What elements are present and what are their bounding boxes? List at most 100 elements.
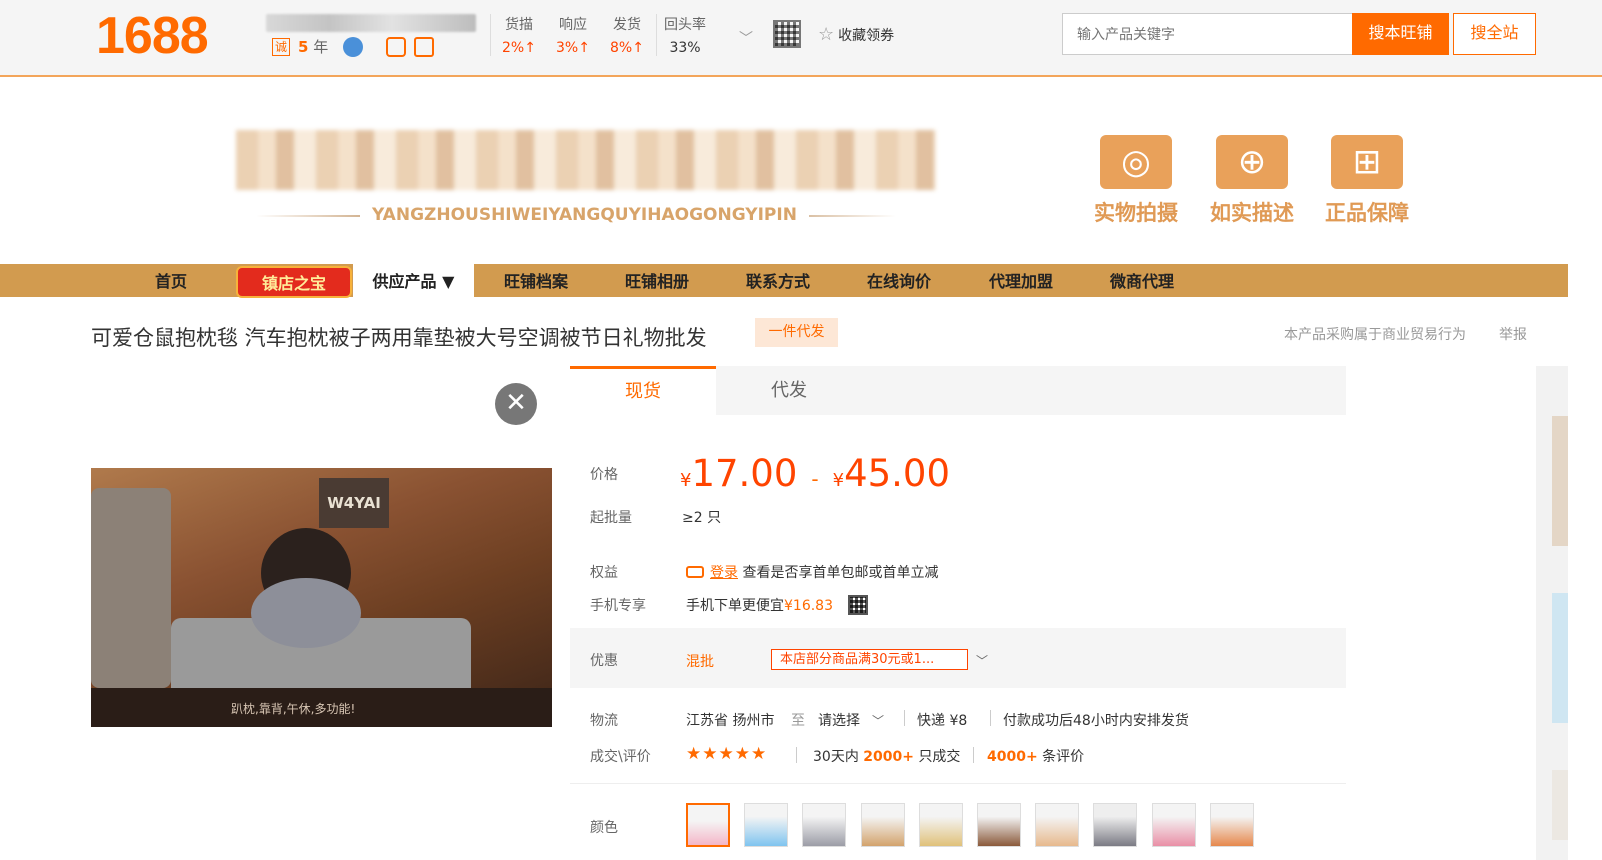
search-shop-button[interactable]: 搜本旺铺 <box>1352 13 1449 55</box>
chevron-down-icon[interactable]: ﹀ <box>739 28 753 48</box>
nav-wechat-agent[interactable]: 微商代理 <box>1086 264 1198 297</box>
moq-label: 起批量 <box>590 510 632 526</box>
color-swatch[interactable] <box>919 803 963 847</box>
metric-value: 2%↑ <box>502 40 536 56</box>
feature-real-photo: ◎ 实物拍摄 <box>1091 135 1181 227</box>
reviews-count[interactable]: 4000+ 条评价 <box>987 746 1084 766</box>
trade-note: 本产品采购属于商业贸易行为 <box>1284 327 1466 343</box>
deal-label: 成交\评价 <box>590 749 651 765</box>
sales-number: 2000+ <box>863 749 914 765</box>
promo-type: 混批 <box>686 654 714 670</box>
color-swatch[interactable] <box>1152 803 1196 847</box>
site-logo[interactable]: 1688 <box>96 6 209 66</box>
tab-in-stock[interactable]: 现货 <box>570 366 716 415</box>
color-swatch[interactable] <box>977 803 1021 847</box>
nav-products[interactable]: 供应产品 ▼ <box>353 264 474 297</box>
ship-to-word: 至 <box>791 713 805 729</box>
color-swatch[interactable] <box>686 803 730 847</box>
stock-tabs: 现货 代发 <box>570 366 1346 415</box>
close-icon[interactable]: ✕ <box>495 383 537 425</box>
divider <box>570 783 1346 784</box>
price-low: 17.00 <box>691 452 798 495</box>
feature-label: 正品保障 <box>1325 201 1409 225</box>
ship-from: 江苏省 扬州市 <box>686 713 775 729</box>
credit-icon[interactable] <box>414 37 434 57</box>
feature-label: 如实描述 <box>1210 201 1294 225</box>
nav-profile[interactable]: 旺铺档案 <box>480 264 592 297</box>
dropship-tag[interactable]: 一件代发 <box>755 318 838 347</box>
qr-code-icon[interactable] <box>848 595 868 615</box>
guarantee-icon[interactable] <box>386 37 406 57</box>
product-title: 可爱仓鼠抱枕毯 汽车抱枕被子两用靠垫被大号空调被节日礼物批发 <box>91 326 707 350</box>
photo-hamster <box>251 578 361 648</box>
report-link[interactable]: 举报 <box>1499 324 1527 344</box>
search-input[interactable] <box>1062 13 1354 55</box>
years-badge: 5 年 <box>298 36 328 57</box>
price-label: 价格 <box>590 467 618 483</box>
cheng-icon: 诚 <box>272 38 290 56</box>
metric-label: 响应 <box>558 17 587 33</box>
color-swatch[interactable] <box>744 803 788 847</box>
metric-response: 响应 3%↑ <box>556 14 590 56</box>
price-high: 45.00 <box>844 452 950 495</box>
metric-label: 回头率 <box>664 17 706 33</box>
banner-subtitle: YANGZHOUSHIWEIYANGQUYIHAOGONGYIPIN <box>360 205 809 225</box>
favorite-label: 收藏领券 <box>838 28 895 44</box>
star-icon: ☆ <box>818 24 835 45</box>
search-all-button[interactable]: 搜全站 <box>1453 13 1536 55</box>
color-swatch[interactable] <box>1035 803 1079 847</box>
price-range: ¥17.00- ¥45.00 <box>680 452 950 495</box>
mobile-price: ¥16.83 <box>784 598 833 614</box>
ship-to-select[interactable]: 请选择 ﹀ <box>818 710 884 730</box>
wangwang-icon[interactable] <box>343 37 363 57</box>
login-link[interactable]: 登录 <box>710 565 738 581</box>
color-swatch[interactable] <box>802 803 846 847</box>
logistics-label: 物流 <box>590 713 618 729</box>
feature-accurate: ⊕ 如实描述 <box>1207 135 1297 227</box>
product-image[interactable]: W4YAI 趴枕,靠背,午休,多功能! <box>91 468 552 727</box>
recommend-thumb[interactable] <box>1552 770 1568 840</box>
coupon-badge[interactable]: 本店部分商品满30元或1... <box>771 649 968 670</box>
nav-album[interactable]: 旺铺相册 <box>601 264 713 297</box>
chevron-down-icon[interactable]: ﹀ <box>976 652 988 669</box>
color-swatch[interactable] <box>1093 803 1137 847</box>
color-swatch[interactable] <box>861 803 905 847</box>
chevron-down-icon: ﹀ <box>872 714 885 728</box>
shop-name-blurred[interactable] <box>266 14 476 32</box>
recommend-thumb[interactable] <box>1552 416 1568 546</box>
color-swatch[interactable] <box>1210 803 1254 847</box>
years-number: 5 <box>298 38 309 56</box>
photo-sofa <box>91 488 171 688</box>
nav-home[interactable]: 首页 <box>130 264 212 297</box>
photo-caption: 趴枕,靠背,午休,多功能! <box>231 702 356 716</box>
qr-code-icon[interactable] <box>773 20 801 48</box>
sales-prefix: 30天内 <box>813 749 859 765</box>
divider <box>904 710 905 726</box>
metric-return-rate: 回头率 33% <box>664 14 706 56</box>
nav-treasure[interactable]: 镇店之宝 <box>236 266 352 298</box>
mobile-text: 手机下单更便宜 <box>686 598 784 614</box>
globe-search-icon: ◎ <box>1100 135 1172 189</box>
reviews-number: 4000+ <box>987 749 1038 765</box>
nav-agency[interactable]: 代理加盟 <box>965 264 1077 297</box>
metric-value: 8%↑ <box>610 40 644 56</box>
globe-icon: ⊕ <box>1216 135 1288 189</box>
divider <box>990 710 991 726</box>
nav-contact[interactable]: 联系方式 <box>722 264 834 297</box>
ship-time: 付款成功后48小时内安排发货 <box>1003 713 1189 729</box>
metric-shipping: 发货 8%↑ <box>610 14 644 56</box>
tab-dropship[interactable]: 代发 <box>716 366 862 415</box>
mobile-value: 手机下单更便宜¥16.83 <box>686 595 833 615</box>
nav-inquiry[interactable]: 在线询价 <box>843 264 955 297</box>
price-dash: - <box>811 467 819 491</box>
divider <box>490 14 491 56</box>
express-fee: 快递 ¥8 <box>917 713 968 729</box>
metric-desc: 货描 2%↑ <box>502 14 536 56</box>
favorite-button[interactable]: ☆ 收藏领券 <box>818 24 894 45</box>
top-bar: 1688 诚 5 年 货描 2%↑ 响应 3%↑ 发货 8%↑ 回头率 33% … <box>0 0 1602 77</box>
metric-value: 3%↑ <box>556 40 590 56</box>
color-label: 颜色 <box>590 820 618 836</box>
metric-value: 33% <box>669 40 701 56</box>
recommend-thumb[interactable] <box>1552 593 1568 723</box>
years-unit: 年 <box>313 38 329 56</box>
